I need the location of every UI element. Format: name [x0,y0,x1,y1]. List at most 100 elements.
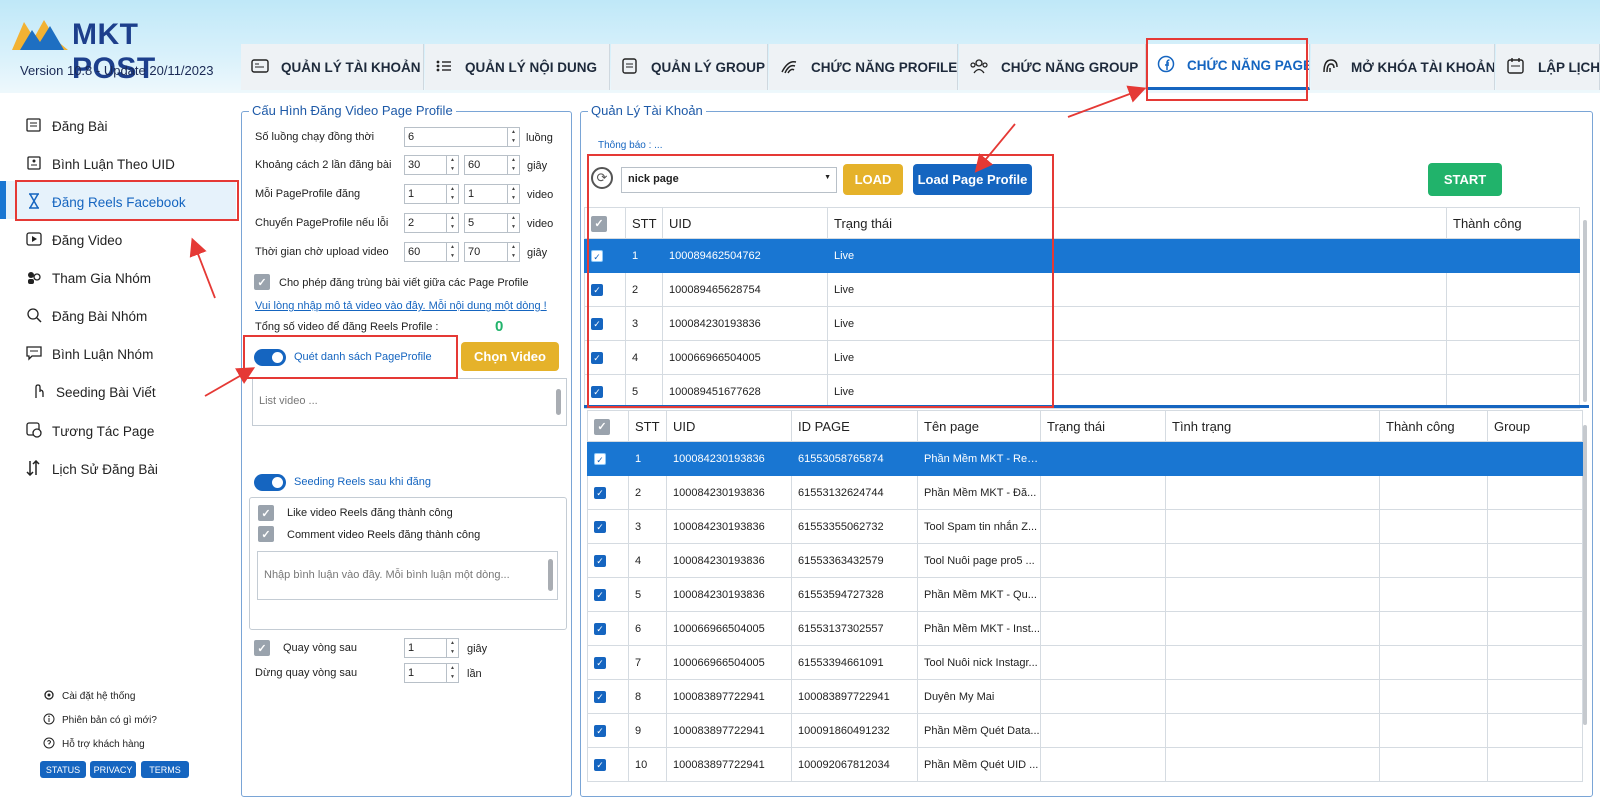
config-input-min[interactable]: 2 ▲ ▼ [404,213,459,233]
row-checkbox[interactable]: ✓ [594,520,606,533]
sidebar-item-4[interactable]: Đăng Video [26,222,122,258]
config-input-min[interactable]: 60 ▲ ▼ [404,242,459,262]
row-checkbox[interactable]: ✓ [594,486,606,499]
row-checkbox[interactable]: ✓ [594,554,606,567]
column-header-success[interactable]: Thành công [1446,207,1580,239]
sidebar-item-6[interactable]: Đăng Bài Nhóm [26,298,147,334]
sidebar-item-8[interactable]: Seeding Bài Viết [30,374,156,410]
row-checkbox[interactable]: ✓ [594,758,606,771]
tab-lập-lịch[interactable]: LẬP LỊCH [1496,44,1600,90]
column-header-stt[interactable]: STT [628,410,667,442]
config-input-min[interactable]: 1 ▲ ▼ [404,184,459,204]
stop-loop-input[interactable]: 1 ▲ ▼ [404,663,459,683]
column-header-stt[interactable]: STT [625,207,663,239]
row-checkbox-cell[interactable]: ✓ [584,306,626,341]
row-checkbox-cell[interactable]: ✓ [584,374,626,409]
tab-quản-lý-group[interactable]: QUẢN LÝ GROUP [611,44,768,90]
config-input-max[interactable]: 1 ▲ ▼ [464,184,520,204]
row-checkbox[interactable]: ✓ [594,588,606,601]
sidebar-item-1[interactable]: Đăng Bài [26,108,108,144]
sidebar-item-5[interactable]: Tham Gia Nhóm [26,260,151,296]
account-row[interactable]: ✓ 1 100089462504762 Live [584,238,1580,273]
row-checkbox-cell[interactable]: ✓ [587,679,629,714]
accounts-select-all[interactable]: ✓ [584,207,626,239]
row-checkbox-cell[interactable]: ✓ [584,272,626,307]
row-checkbox[interactable]: ✓ [591,283,603,296]
page-row[interactable]: ✓ 2 100084230193836 61553132624744 Phần Mềm … [587,475,1583,510]
pill-terms[interactable]: TERMS [141,761,189,778]
page-row[interactable]: ✓ 3 100084230193836 61553355062732 Tool Spam… [587,509,1583,544]
account-row[interactable]: ✓ 5 100089451677628 Live [584,374,1580,409]
page-row[interactable]: ✓ 1 100084230193836 61553058765874 Phần Mềm … [587,441,1583,476]
page-row[interactable]: ✓ 8 100083897722941 100083897722941 Duyên My… [587,679,1583,714]
page-row[interactable]: ✓ 6 100066966504005 61553137302557 Phần Mềm … [587,611,1583,646]
sidebar-item-3[interactable]: Đăng Reels Facebook [26,184,186,220]
row-checkbox-cell[interactable]: ✓ [584,340,626,375]
tab-mở-khóa-tài-khoản[interactable]: MỞ KHÓA TÀI KHOẢN [1311,44,1495,90]
description-link[interactable]: Vui lòng nhập mô tả video vào đây. Mỗi n… [255,300,547,312]
column-header-uid[interactable]: UID [666,410,792,442]
footer-link-1[interactable]: Cài đặt hệ thống [43,689,135,704]
start-button[interactable]: START [1428,163,1502,196]
account-type-select[interactable]: nick page ▼ [621,167,837,193]
scan-pageprofile-toggle[interactable] [254,349,286,366]
sidebar-item-10[interactable]: Lịch Sử Đăng Bài [26,451,158,487]
footer-link-3[interactable]: Hỗ trợ khách hàng [43,737,145,752]
pages-select-all[interactable]: ✓ [587,410,629,442]
column-header-uid[interactable]: UID [662,207,828,239]
row-checkbox-cell[interactable]: ✓ [587,509,629,544]
config-input-max[interactable]: 60 ▲ ▼ [464,155,520,175]
pill-privacy[interactable]: PRIVACY [90,761,136,778]
row-checkbox-cell[interactable]: ✓ [587,543,629,578]
refresh-icon[interactable]: ⟳ [591,167,613,189]
column-header-group[interactable]: Group [1487,410,1583,442]
row-checkbox-cell[interactable]: ✓ [587,475,629,510]
loop-input[interactable]: 1 ▲ ▼ [404,638,459,658]
allow-duplicate-checkbox[interactable]: ✓ [254,274,270,290]
row-checkbox-cell[interactable]: ✓ [587,713,629,748]
column-header-page-id[interactable]: ID PAGE [791,410,918,442]
page-row[interactable]: ✓ 10 100083897722941 100092067812034 Phần Mề… [587,747,1583,782]
load-button[interactable]: LOAD [843,164,903,195]
tab-chức-năng-group[interactable]: CHỨC NĂNG GROUP [959,44,1146,90]
column-header-status[interactable]: Trạng thái [827,207,1447,239]
row-checkbox[interactable]: ✓ [591,249,603,262]
column-header-success[interactable]: Thành công [1379,410,1488,442]
page-row[interactable]: ✓ 5 100084230193836 61553594727328 Phần Mềm … [587,577,1583,612]
row-checkbox-cell[interactable]: ✓ [587,611,629,646]
row-checkbox[interactable]: ✓ [594,690,606,703]
row-checkbox-cell[interactable]: ✓ [584,238,626,273]
like-video-checkbox[interactable]: ✓ [258,505,274,521]
comment-video-checkbox[interactable]: ✓ [258,526,274,542]
pages-scrollbar[interactable] [1583,425,1587,725]
comment-input[interactable]: Nhập bình luận vào đây. Mỗi bình luận mộ… [257,551,558,600]
load-page-profile-button[interactable]: Load Page Profile [913,164,1032,195]
row-checkbox[interactable]: ✓ [594,724,606,737]
choose-video-button[interactable]: Chọn Video [461,342,559,371]
sidebar-item-2[interactable]: Bình Luận Theo UID [26,146,175,182]
account-row[interactable]: ✓ 2 100089465628754 Live [584,272,1580,307]
row-checkbox[interactable]: ✓ [591,317,603,330]
video-list-input[interactable]: List video ... [252,378,567,426]
tab-quản-lý-tài-khoản[interactable]: QUẢN LÝ TÀI KHOẢN [241,44,424,90]
config-input-max[interactable]: 70 ▲ ▼ [464,242,520,262]
page-row[interactable]: ✓ 4 100084230193836 61553363432579 Tool Nuôi… [587,543,1583,578]
column-header-page-name[interactable]: Tên page [917,410,1041,442]
pill-status[interactable]: STATUS [40,761,86,778]
row-checkbox-cell[interactable]: ✓ [587,441,629,476]
row-checkbox-cell[interactable]: ✓ [587,747,629,782]
row-checkbox-cell[interactable]: ✓ [587,645,629,680]
account-row[interactable]: ✓ 4 100066966504005 Live [584,340,1580,375]
select-all-checkbox[interactable]: ✓ [591,215,607,232]
page-row[interactable]: ✓ 7 100066966504005 61553394661091 Tool Nuôi… [587,645,1583,680]
select-all-checkbox[interactable]: ✓ [594,418,610,435]
sidebar-item-9[interactable]: Tương Tác Page [26,413,154,449]
tab-quản-lý-nội-dung[interactable]: QUẢN LÝ NỘI DUNG [425,44,610,90]
config-input-min[interactable]: 30 ▲ ▼ [404,155,459,175]
column-header-condition[interactable]: Tình trạng [1165,410,1380,442]
tab-chức-năng-profile[interactable]: CHỨC NĂNG PROFILE [769,44,958,90]
config-input[interactable]: 6 ▲ ▼ [404,127,520,147]
row-checkbox[interactable]: ✓ [594,622,606,635]
footer-link-2[interactable]: Phiên bản có gì mới? [43,713,157,728]
column-header-status[interactable]: Trạng thái [1040,410,1166,442]
